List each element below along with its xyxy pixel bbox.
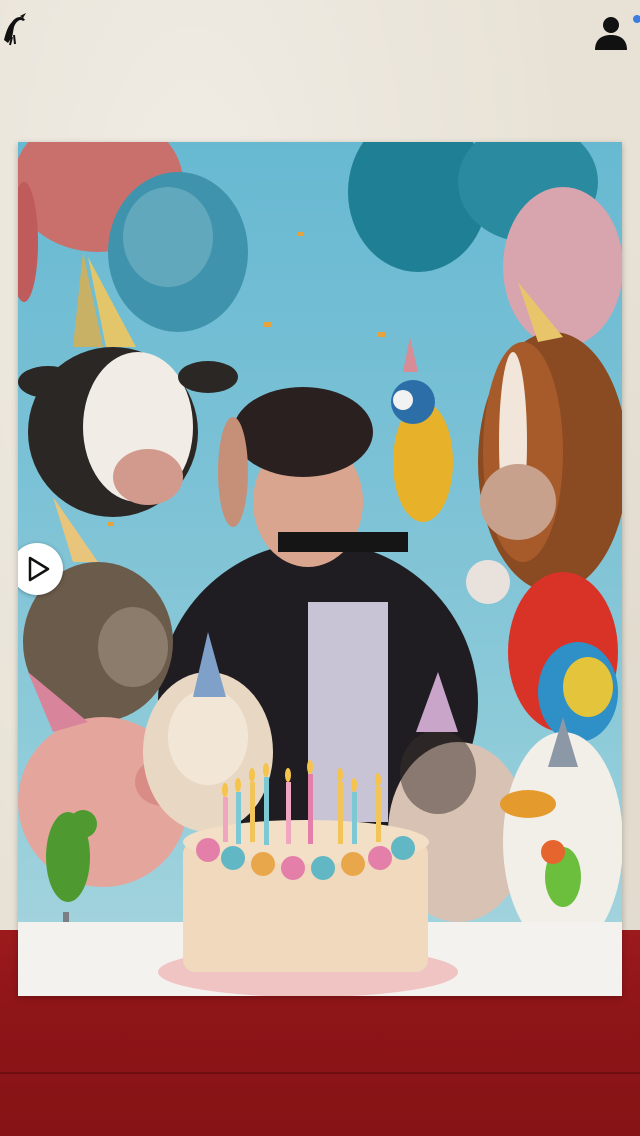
play-button[interactable]	[18, 543, 63, 595]
party-photo[interactable]	[18, 142, 622, 996]
floor-divider	[0, 1072, 640, 1074]
play-icon	[28, 556, 50, 582]
balloon-pink-right	[503, 187, 622, 347]
bird-icon[interactable]	[0, 10, 28, 46]
user-icon[interactable]	[592, 14, 630, 52]
notification-dot	[633, 15, 640, 23]
top-bar	[0, 0, 640, 60]
